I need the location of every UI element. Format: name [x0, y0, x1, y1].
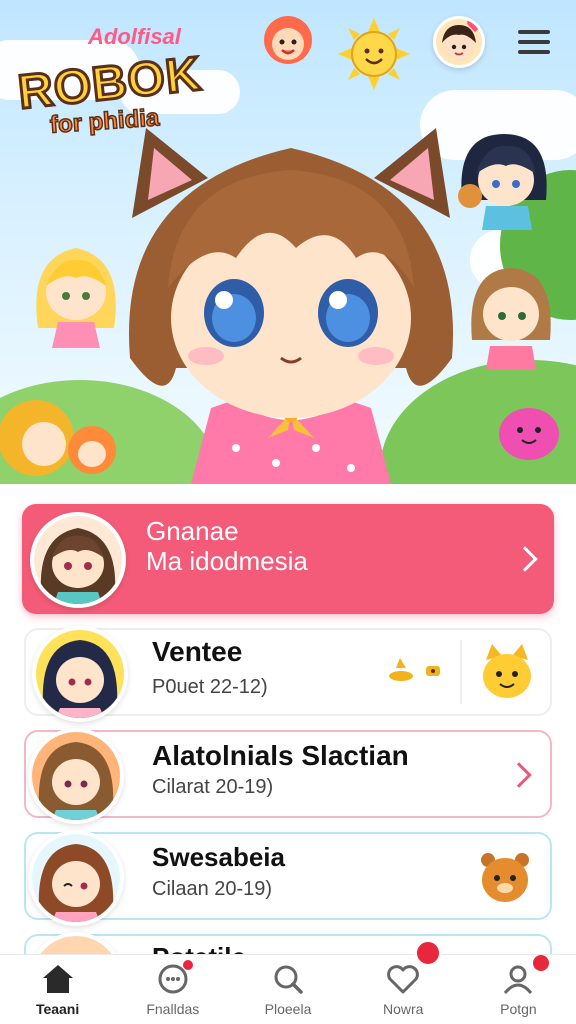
blonde-character-illustration	[36, 248, 116, 348]
nav-label: Ploeela	[264, 1001, 312, 1017]
dark-hair-character-illustration	[458, 134, 547, 230]
profile-avatar[interactable]	[433, 16, 485, 68]
item-avatar	[32, 626, 128, 722]
reaction-icons	[389, 658, 440, 681]
heart-badge-icon	[467, 19, 482, 32]
menu-bar	[518, 40, 550, 44]
nav-profile[interactable]: Potgn	[461, 955, 576, 1024]
featured-avatar	[30, 512, 126, 608]
item-subtitle: P0uet 22-12)	[152, 676, 268, 698]
notification-badge	[413, 939, 442, 967]
list-item[interactable]: Ventee P0uet 22-12)	[24, 626, 552, 722]
chevron-right-icon	[512, 546, 538, 572]
home-icon	[42, 965, 73, 993]
search-icon	[274, 965, 303, 994]
heart-icon	[387, 965, 420, 994]
nav-favorites[interactable]: Nowra	[346, 939, 461, 1024]
group-characters-illustration	[0, 400, 116, 476]
nav-label: Nowra	[382, 1001, 424, 1017]
main-character-illustration	[128, 128, 454, 484]
bottom-navigation: Teaani Fnalldas Ploeela Nowra Potgn	[0, 939, 576, 1024]
chevron-right-icon	[506, 762, 532, 788]
sun-mascot-icon	[338, 18, 410, 90]
nav-label: Fnalldas	[146, 1001, 200, 1017]
menu-bar	[518, 30, 550, 34]
bear-mascot-icon	[481, 853, 529, 902]
item-title: Swesabeia	[152, 842, 285, 872]
notification-badge	[183, 960, 194, 970]
red-mascot-icon	[264, 16, 312, 64]
yellow-cat-mascot-icon	[483, 644, 531, 698]
featured-subtitle: Ma idodmesia	[146, 546, 308, 576]
menu-bar	[518, 50, 550, 54]
nav-label: Potgn	[500, 1001, 537, 1017]
nav-home[interactable]: Teaani	[0, 955, 115, 1024]
menu-button[interactable]	[512, 24, 556, 60]
nav-label: Teaani	[35, 1001, 80, 1017]
list-item[interactable]: Alatolnials Slactian Cilarat 20-19)	[24, 728, 552, 824]
profile-icon	[504, 965, 533, 994]
item-subtitle: Cilaan 20-19)	[152, 878, 273, 900]
featured-card[interactable]: Gnanae Ma idodmesia	[22, 504, 554, 614]
nav-chat[interactable]: Fnalldas	[115, 955, 230, 1024]
item-title: Alatolnials Slactian	[152, 740, 409, 771]
list-item[interactable]: Swesabeia Cilaan 20-19)	[24, 830, 552, 926]
hero-banner: Adolfisal ROBOK for phidia	[0, 0, 576, 484]
brown-hair-character-illustration	[471, 268, 551, 370]
notification-badge	[532, 955, 549, 971]
girl-avatar-icon	[38, 844, 114, 922]
item-title: Ventee	[152, 636, 243, 667]
girl-avatar-icon	[38, 742, 114, 820]
featured-title: Gnanae	[146, 516, 239, 546]
nav-search[interactable]: Ploeela	[230, 955, 345, 1024]
divider	[460, 640, 462, 704]
item-avatar	[28, 830, 124, 926]
pink-blob-mascot-icon	[499, 408, 559, 460]
item-subtitle: Cilarat 20-19)	[152, 776, 274, 798]
item-avatar	[28, 728, 124, 824]
app-screen: Adolfisal ROBOK for phidia Gnanae Ma ido…	[0, 0, 576, 1024]
girl-avatar-icon	[40, 528, 116, 604]
girl-avatar-icon	[42, 640, 118, 718]
logo-tagline: Adolfisal	[88, 24, 181, 49]
character-list: Gnanae Ma idodmesia Ventee P0uet 22-12)	[0, 484, 576, 1024]
